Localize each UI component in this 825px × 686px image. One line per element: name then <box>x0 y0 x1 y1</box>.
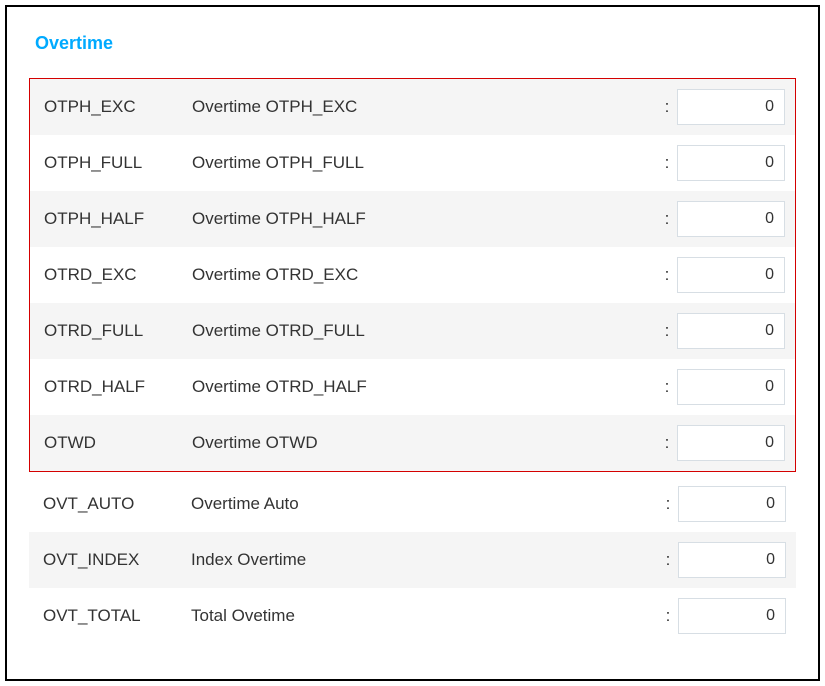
row-description: Overtime OTPH_FULL <box>192 153 657 173</box>
row-code: OTRD_HALF <box>40 377 192 397</box>
row-colon: : <box>657 209 677 229</box>
table-row: OVT_TOTAL Total Ovetime : <box>29 588 796 644</box>
row-colon: : <box>658 550 678 570</box>
row-code: OVT_INDEX <box>39 550 191 570</box>
row-colon: : <box>657 265 677 285</box>
row-code: OVT_TOTAL <box>39 606 191 626</box>
row-value-input[interactable] <box>677 425 785 461</box>
row-description: Total Ovetime <box>191 606 658 626</box>
row-value-input[interactable] <box>678 486 786 522</box>
row-value-input[interactable] <box>677 145 785 181</box>
row-code: OTPH_EXC <box>40 97 192 117</box>
row-colon: : <box>657 97 677 117</box>
table-row: OTRD_FULL Overtime OTRD_FULL : <box>30 303 795 359</box>
row-colon: : <box>657 377 677 397</box>
table-row: OTPH_FULL Overtime OTPH_FULL : <box>30 135 795 191</box>
row-description: Overtime OTRD_EXC <box>192 265 657 285</box>
row-value-input[interactable] <box>678 542 786 578</box>
row-description: Index Overtime <box>191 550 658 570</box>
overtime-highlight-group: OTPH_EXC Overtime OTPH_EXC : OTPH_FULL O… <box>29 78 796 472</box>
overtime-panel: Overtime OTPH_EXC Overtime OTPH_EXC : OT… <box>5 5 820 681</box>
row-description: Overtime OTPH_EXC <box>192 97 657 117</box>
row-value-input[interactable] <box>677 89 785 125</box>
row-value-input[interactable] <box>677 257 785 293</box>
row-value-input[interactable] <box>677 369 785 405</box>
row-colon: : <box>658 606 678 626</box>
row-description: Overtime OTRD_HALF <box>192 377 657 397</box>
table-row: OTPH_HALF Overtime OTPH_HALF : <box>30 191 795 247</box>
row-code: OTPH_HALF <box>40 209 192 229</box>
table-row: OVT_INDEX Index Overtime : <box>29 532 796 588</box>
table-row: OVT_AUTO Overtime Auto : <box>29 476 796 532</box>
row-colon: : <box>657 321 677 341</box>
table-row: OTPH_EXC Overtime OTPH_EXC : <box>30 79 795 135</box>
row-code: OTWD <box>40 433 192 453</box>
row-value-input[interactable] <box>678 598 786 634</box>
row-colon: : <box>658 494 678 514</box>
row-description: Overtime OTPH_HALF <box>192 209 657 229</box>
row-code: OVT_AUTO <box>39 494 191 514</box>
section-title: Overtime <box>35 33 796 54</box>
table-row: OTRD_HALF Overtime OTRD_HALF : <box>30 359 795 415</box>
row-description: Overtime OTWD <box>192 433 657 453</box>
row-code: OTRD_FULL <box>40 321 192 341</box>
table-row: OTRD_EXC Overtime OTRD_EXC : <box>30 247 795 303</box>
row-value-input[interactable] <box>677 313 785 349</box>
row-value-input[interactable] <box>677 201 785 237</box>
table-row: OTWD Overtime OTWD : <box>30 415 795 471</box>
row-description: Overtime OTRD_FULL <box>192 321 657 341</box>
row-colon: : <box>657 153 677 173</box>
row-colon: : <box>657 433 677 453</box>
row-code: OTPH_FULL <box>40 153 192 173</box>
row-code: OTRD_EXC <box>40 265 192 285</box>
row-description: Overtime Auto <box>191 494 658 514</box>
